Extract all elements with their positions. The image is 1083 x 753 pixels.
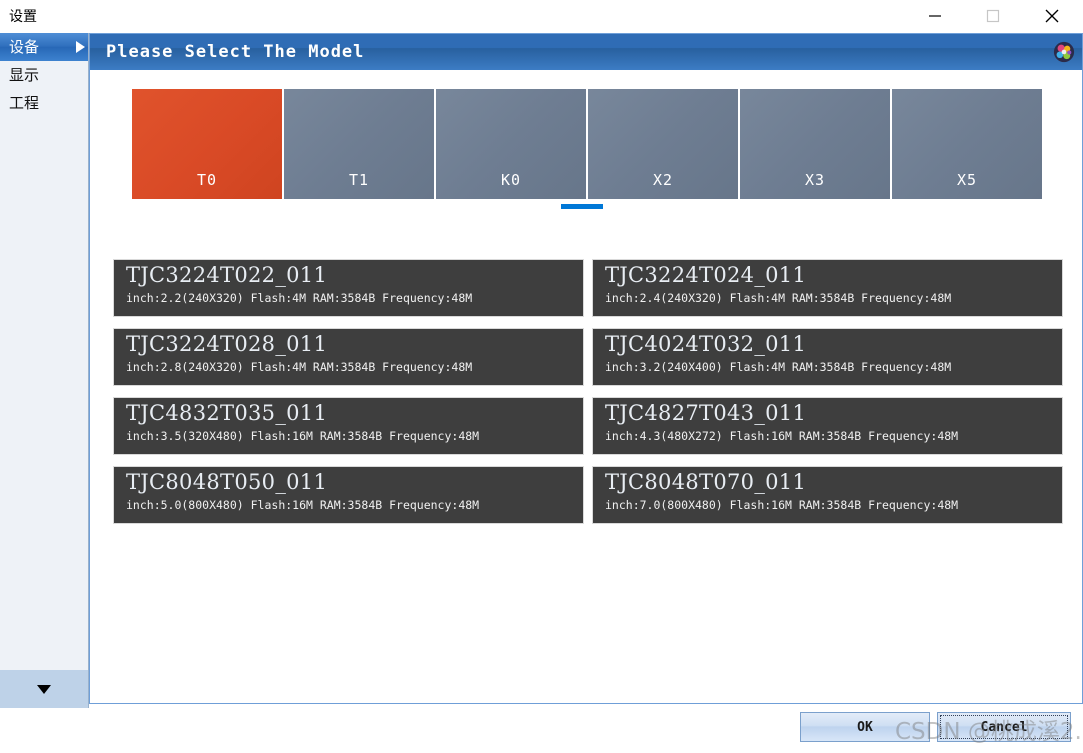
model-card[interactable]: TJC8048T050_011 inch:5.0(800X480) Flash:… bbox=[113, 466, 584, 524]
model-name: TJC8048T050_011 bbox=[126, 470, 327, 494]
model-type-tabs: T0 T1 K0 X2 X3 X5 bbox=[132, 89, 1048, 199]
model-spec: inch:5.0(800X480) Flash:16M RAM:3584B Fr… bbox=[126, 498, 479, 512]
model-name: TJC3224T022_011 bbox=[126, 263, 327, 287]
tab-label: K0 bbox=[436, 171, 586, 189]
chevron-down-icon bbox=[37, 685, 51, 694]
close-icon bbox=[1044, 8, 1060, 24]
dialog-footer: OK Cancel bbox=[0, 708, 1083, 753]
model-name: TJC4832T035_011 bbox=[126, 401, 327, 425]
tab-x5[interactable]: X5 bbox=[892, 89, 1042, 199]
ok-button[interactable]: OK bbox=[800, 712, 930, 742]
tab-t1[interactable]: T1 bbox=[284, 89, 434, 199]
model-name: TJC4024T032_011 bbox=[605, 332, 806, 356]
colorful-ball-icon bbox=[1053, 41, 1075, 63]
sidebar-item-label: 工程 bbox=[9, 94, 39, 112]
model-card-list: TJC3224T022_011 inch:2.2(240X320) Flash:… bbox=[113, 259, 1063, 524]
minimize-button[interactable] bbox=[912, 0, 958, 32]
model-spec: inch:3.2(240X400) Flash:4M RAM:3584B Fre… bbox=[605, 360, 951, 374]
maximize-icon bbox=[986, 9, 1000, 23]
model-name: TJC8048T070_011 bbox=[605, 470, 806, 494]
model-spec: inch:2.2(240X320) Flash:4M RAM:3584B Fre… bbox=[126, 291, 472, 305]
sidebar-item-label: 显示 bbox=[9, 66, 39, 84]
model-card[interactable]: TJC4832T035_011 inch:3.5(320X480) Flash:… bbox=[113, 397, 584, 455]
model-select-dialog: Please Select The Model T0 T1 K0 X2 X3 X bbox=[89, 33, 1083, 704]
maximize-button[interactable] bbox=[970, 0, 1016, 32]
sidebar: 设备 显示 工程 bbox=[0, 33, 89, 708]
dialog-title: Please Select The Model bbox=[106, 42, 364, 62]
tab-label: X3 bbox=[740, 171, 890, 189]
model-spec: inch:2.4(240X320) Flash:4M RAM:3584B Fre… bbox=[605, 291, 951, 305]
model-card[interactable]: TJC3224T024_011 inch:2.4(240X320) Flash:… bbox=[592, 259, 1063, 317]
minimize-icon bbox=[928, 9, 942, 23]
model-card[interactable]: TJC4827T043_011 inch:4.3(480X272) Flash:… bbox=[592, 397, 1063, 455]
sidebar-item-label: 设备 bbox=[9, 38, 39, 56]
model-spec: inch:2.8(240X320) Flash:4M RAM:3584B Fre… bbox=[126, 360, 472, 374]
window-title: 设置 bbox=[9, 6, 37, 26]
model-spec: inch:7.0(800X480) Flash:16M RAM:3584B Fr… bbox=[605, 498, 958, 512]
tab-x3[interactable]: X3 bbox=[740, 89, 890, 199]
tab-label: X5 bbox=[892, 171, 1042, 189]
selected-arrow-icon bbox=[76, 41, 85, 53]
tab-scroll-indicator[interactable] bbox=[561, 204, 603, 209]
model-name: TJC3224T028_011 bbox=[126, 332, 327, 356]
tab-x2[interactable]: X2 bbox=[588, 89, 738, 199]
cancel-button[interactable]: Cancel bbox=[937, 712, 1071, 742]
model-card[interactable]: TJC3224T022_011 inch:2.2(240X320) Flash:… bbox=[113, 259, 584, 317]
cancel-button-label: Cancel bbox=[940, 715, 1068, 739]
tab-t0[interactable]: T0 bbox=[132, 89, 282, 199]
model-name: TJC4827T043_011 bbox=[605, 401, 806, 425]
model-spec: inch:4.3(480X272) Flash:16M RAM:3584B Fr… bbox=[605, 429, 958, 443]
window-titlebar: 设置 bbox=[0, 0, 1083, 34]
tab-k0[interactable]: K0 bbox=[436, 89, 586, 199]
sidebar-item-project[interactable]: 工程 bbox=[0, 89, 88, 117]
model-card[interactable]: TJC8048T070_011 inch:7.0(800X480) Flash:… bbox=[592, 466, 1063, 524]
sidebar-scroll-down-button[interactable] bbox=[0, 670, 88, 708]
model-spec: inch:3.5(320X480) Flash:16M RAM:3584B Fr… bbox=[126, 429, 479, 443]
sidebar-item-display[interactable]: 显示 bbox=[0, 61, 88, 89]
tab-label: T0 bbox=[132, 171, 282, 189]
model-card[interactable]: TJC4024T032_011 inch:3.2(240X400) Flash:… bbox=[592, 328, 1063, 386]
sidebar-item-device[interactable]: 设备 bbox=[0, 33, 88, 61]
close-button[interactable] bbox=[1029, 0, 1075, 32]
tab-label: X2 bbox=[588, 171, 738, 189]
model-card[interactable]: TJC3224T028_011 inch:2.8(240X320) Flash:… bbox=[113, 328, 584, 386]
tab-label: T1 bbox=[284, 171, 434, 189]
model-name: TJC3224T024_011 bbox=[605, 263, 806, 287]
dialog-header: Please Select The Model bbox=[90, 34, 1082, 70]
